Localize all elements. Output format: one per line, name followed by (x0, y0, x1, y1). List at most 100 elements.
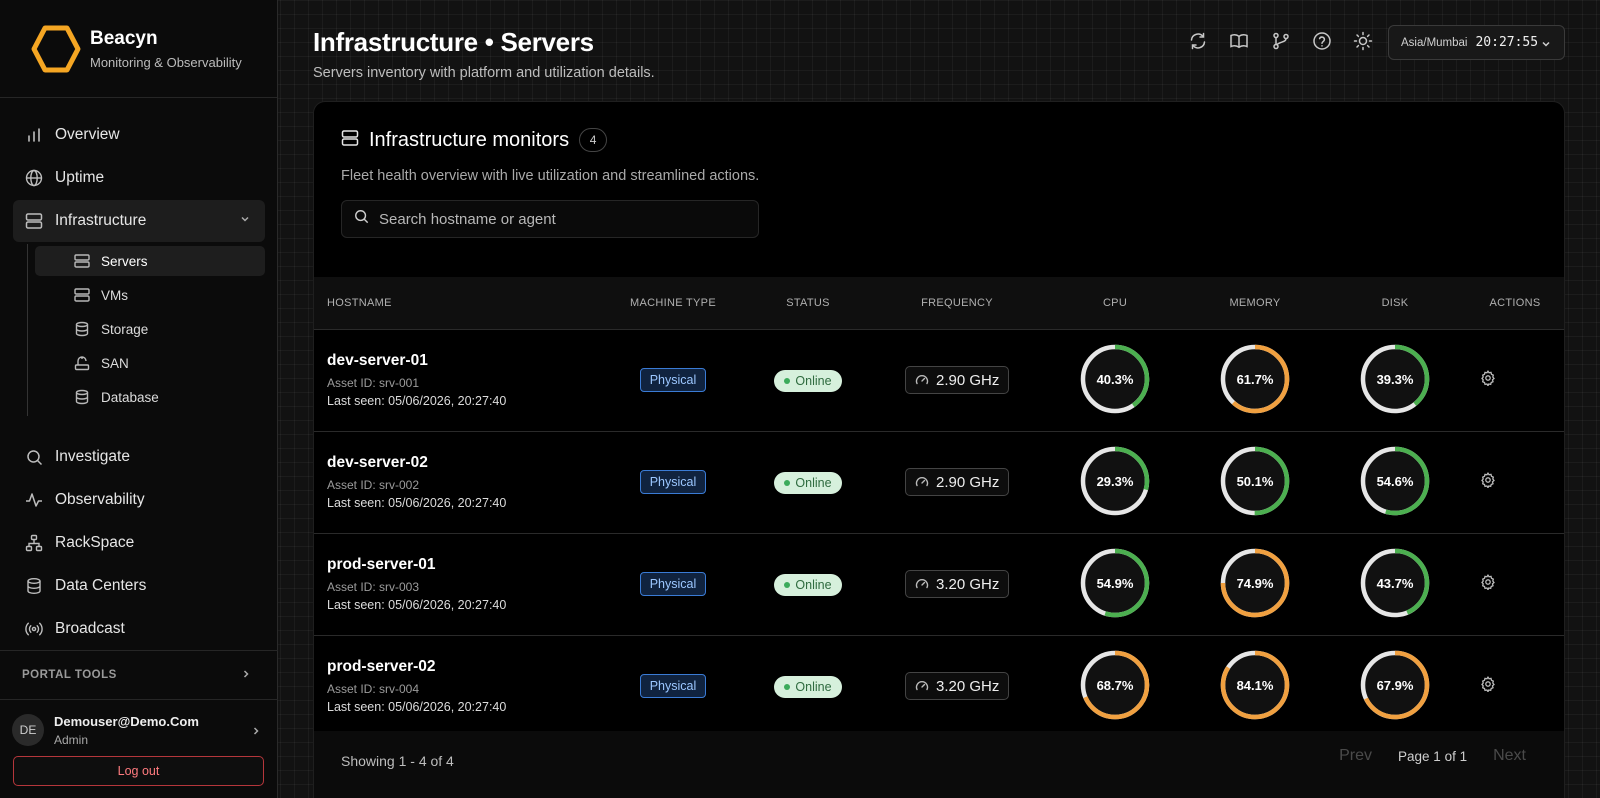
sidebar-item-rackspace[interactable]: RackSpace (13, 523, 265, 563)
pagination: Prev Page 1 of 1 Next (1327, 741, 1538, 771)
machine-type-badge: Physical (640, 674, 706, 698)
timezone-selector[interactable]: Asia/Mumbai 20:27:55 (1388, 25, 1565, 60)
bar-chart-icon (25, 126, 43, 144)
status-badge: Online (774, 370, 842, 392)
status-label: Online (795, 374, 832, 388)
gear-icon[interactable] (1480, 472, 1496, 488)
hostname[interactable]: prod-server-01 (327, 556, 436, 574)
chevron-down-icon (239, 212, 251, 230)
database-icon (74, 389, 90, 405)
user-name: Demouser@Demo.Com (54, 714, 199, 729)
search-input[interactable] (379, 210, 739, 228)
san-icon (74, 355, 90, 371)
chevron-down-icon (1540, 37, 1552, 55)
timezone-name: Asia/Mumbai (1401, 36, 1468, 49)
sun-icon[interactable] (1353, 31, 1375, 53)
column-header-cpu[interactable]: CPU (1103, 297, 1127, 309)
prev-page-button[interactable]: Prev (1327, 741, 1384, 771)
memory-gauge: 50.1% (1218, 444, 1292, 518)
cpu-gauge: 68.7% (1078, 648, 1152, 722)
status-dot (784, 480, 791, 486)
book-icon[interactable] (1229, 31, 1251, 53)
sidebar-subitem-storage[interactable]: Storage (35, 314, 265, 344)
git-branch-icon[interactable] (1271, 31, 1293, 53)
disk-percent: 67.9% (1376, 677, 1414, 693)
sidebar-item-label: Overview (55, 126, 120, 143)
column-header-disk[interactable]: DISK (1382, 297, 1409, 309)
table-row[interactable]: dev-server-01 Asset ID: srv-001 Last seen:… (314, 330, 1564, 432)
sidebar-item-uptime[interactable]: Uptime (13, 158, 265, 198)
logout-button[interactable]: Log out (13, 756, 264, 786)
gear-icon[interactable] (1480, 676, 1496, 692)
cpu-gauge: 29.3% (1078, 444, 1152, 518)
panel-header: Infrastructure monitors 4 (341, 128, 608, 152)
sidebar-item-label: Data Centers (55, 577, 147, 594)
panel-subtitle: Fleet health overview with live utilizat… (341, 168, 760, 184)
table-row[interactable]: dev-server-02 Asset ID: srv-002 Last seen:… (314, 432, 1564, 534)
asset-id: Asset ID: srv-003 (327, 580, 420, 594)
disk-gauge: 43.7% (1358, 546, 1432, 620)
sidebar-item-label: Infrastructure (55, 212, 147, 229)
memory-percent: 84.1% (1236, 677, 1274, 693)
server-icon (341, 129, 359, 152)
table-row[interactable]: prod-server-02 Asset ID: srv-004 Last seen… (314, 636, 1564, 738)
column-header-hostname[interactable]: HOSTNAME (327, 297, 392, 309)
user-menu[interactable]: DE Demouser@Demo.Com Admin (12, 712, 266, 752)
column-header-machine-type[interactable]: MACHINE TYPE (630, 297, 716, 309)
column-header-frequency[interactable]: FREQUENCY (921, 297, 993, 309)
frequency-label: 2.90 GHz (936, 371, 1000, 389)
memory-gauge: 84.1% (1218, 648, 1292, 722)
portal-tools-toggle[interactable]: PORTAL TOOLS (0, 650, 278, 700)
brand[interactable]: Beacyn Monitoring & Observability (0, 0, 277, 98)
sidebar-subitem-database[interactable]: Database (35, 382, 265, 412)
memory-percent: 61.7% (1236, 371, 1274, 387)
asset-id: Asset ID: srv-001 (327, 376, 420, 390)
hostname[interactable]: dev-server-01 (327, 352, 428, 370)
gear-icon[interactable] (1480, 574, 1496, 590)
database-icon (25, 577, 43, 595)
gauge-icon (915, 375, 929, 385)
refresh-icon[interactable] (1188, 31, 1210, 53)
database-icon (74, 321, 90, 337)
monitors-panel: Infrastructure monitors 4 Fleet health o… (313, 101, 1565, 798)
search-box[interactable] (341, 200, 759, 238)
disk-gauge: 39.3% (1358, 342, 1432, 416)
sidebar-item-overview[interactable]: Overview (13, 115, 265, 155)
status-dot (784, 378, 791, 384)
sidebar-subitem-san[interactable]: SAN (35, 348, 265, 378)
frequency-label: 2.90 GHz (936, 473, 1000, 491)
sidebar-item-broadcast[interactable]: Broadcast (13, 609, 265, 649)
status-dot (784, 582, 791, 588)
sidebar-item-observability[interactable]: Observability (13, 480, 265, 520)
disk-percent: 39.3% (1376, 371, 1414, 387)
frequency-value: 3.20 GHz (905, 672, 1009, 700)
cpu-percent: 40.3% (1096, 371, 1134, 387)
column-header-status[interactable]: STATUS (786, 297, 830, 309)
table-row[interactable]: prod-server-01 Asset ID: srv-003 Last seen… (314, 534, 1564, 636)
status-label: Online (795, 680, 832, 694)
hostname[interactable]: dev-server-02 (327, 454, 428, 472)
help-icon[interactable] (1312, 31, 1334, 53)
gauge-icon (915, 681, 929, 691)
cpu-percent: 68.7% (1096, 677, 1134, 693)
last-seen: Last seen: 05/06/2026, 20:27:40 (327, 394, 507, 408)
portal-tools-label: PORTAL TOOLS (22, 669, 117, 681)
server-icon (25, 212, 43, 230)
sidebar-item-data-centers[interactable]: Data Centers (13, 566, 265, 606)
memory-gauge: 61.7% (1218, 342, 1292, 416)
status-label: Online (795, 476, 832, 490)
server-icon (74, 253, 90, 269)
app-tagline: Monitoring & Observability (90, 54, 242, 70)
sidebar-item-label: Observability (55, 491, 145, 508)
sidebar-subitem-servers[interactable]: Servers (35, 246, 265, 276)
sidebar-item-investigate[interactable]: Investigate (13, 437, 265, 477)
hostname[interactable]: prod-server-02 (327, 658, 436, 676)
globe-icon (25, 169, 43, 187)
frequency-value: 2.90 GHz (905, 468, 1009, 496)
last-seen: Last seen: 05/06/2026, 20:27:40 (327, 598, 507, 612)
next-page-button[interactable]: Next (1481, 741, 1538, 771)
sidebar-subitem-vms[interactable]: VMs (35, 280, 265, 310)
column-header-memory[interactable]: MEMORY (1229, 297, 1280, 309)
gear-icon[interactable] (1480, 370, 1496, 386)
sidebar-item-infrastructure[interactable]: Infrastructure (13, 200, 265, 242)
